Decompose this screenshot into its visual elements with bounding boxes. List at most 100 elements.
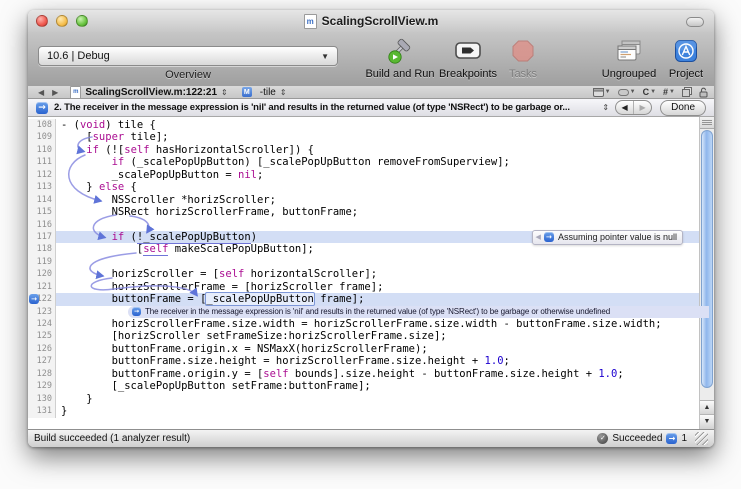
line-number-gutter[interactable]: 126 [28,343,56,355]
code-text[interactable]: NSScroller *horizScroller; [56,194,699,206]
code-text[interactable]: horizScrollerFrame = [horizScroller fram… [56,281,699,293]
message-stepper-icon[interactable]: ⇕ [602,103,609,112]
line-number-gutter[interactable]: 123 [28,306,56,318]
code-text[interactable]: if (_scalePopUpButton) [_scalePopUpButto… [56,156,699,168]
lock-icon[interactable] [699,87,708,98]
toolbar-toggle-button[interactable] [686,17,704,27]
zoom-button[interactable] [76,15,88,27]
window-titlebar[interactable]: m ScalingScrollView.m [28,10,714,33]
code-text[interactable]: if (![self hasHorizontalScroller]) { [56,144,699,156]
line-number-gutter[interactable]: 115 [28,206,56,218]
code-text[interactable]: horizScrollerFrame.size.width = horizScr… [56,318,699,330]
code-text[interactable]: } [56,405,699,417]
code-line[interactable]: 111 if (_scalePopUpButton) [_scalePopUpB… [28,156,699,168]
line-number-gutter[interactable]: 112 [28,169,56,181]
line-number-gutter[interactable]: 121 [28,281,56,293]
code-line[interactable]: 124 horizScrollerFrame.size.width = hori… [28,318,699,330]
line-number-gutter[interactable]: 130 [28,393,56,405]
analyzer-issue-bubble[interactable]: →The receiver in the message expression … [128,306,709,318]
code-line[interactable]: 126 buttonFrame.origin.x = NSMaxX(horizS… [28,343,699,355]
line-number-gutter[interactable]: 127 [28,355,56,367]
line-number-gutter[interactable]: 117 [28,231,56,243]
line-number-gutter[interactable]: 108 [28,119,56,131]
scrollbar-thumb[interactable] [701,130,713,388]
code-line[interactable]: 130 } [28,393,699,405]
line-number-gutter[interactable]: 116 [28,219,56,231]
line-number-gutter[interactable]: 111 [28,156,56,168]
counterpart-window-icon[interactable]: ▼ [593,88,611,97]
line-number-gutter[interactable]: 128 [28,368,56,380]
code-line[interactable]: 112 _scalePopUpButton = nil; [28,169,699,181]
window-resize-grip[interactable] [695,432,708,445]
pragma-marks-button[interactable]: # ▼ [663,87,675,97]
class-methods-button[interactable]: C ▼ [643,87,656,97]
go-forward-button[interactable]: ▶ [48,88,62,97]
build-status-label[interactable]: Succeeded [612,433,662,444]
code-line[interactable]: 118 [self makeScalePopUpButton]; [28,243,699,255]
line-number-gutter[interactable]: 131 [28,405,56,417]
analyzer-count-icon[interactable]: → [666,433,677,444]
code-line[interactable]: ◀→Assuming pointer value is null117 if (… [28,231,699,243]
code-text[interactable]: } [56,393,699,405]
line-number-gutter[interactable]: 120 [28,268,56,280]
file-popup-stepper-icon[interactable]: ⇕ [221,88,228,97]
method-popup-stepper-icon[interactable]: ⇕ [280,88,287,97]
code-line[interactable]: 121 horizScrollerFrame = [horizScroller … [28,281,699,293]
code-text[interactable]: _scalePopUpButton = nil; [56,169,699,181]
source-editor[interactable]: 108- (void) tile {109 [super tile];110 i… [28,117,714,429]
code-text[interactable]: - (void) tile { [56,119,699,131]
minimize-button[interactable] [56,15,68,27]
code-line[interactable]: 128 buttonFrame.origin.y = [self bounds]… [28,368,699,380]
bookmarks-icon[interactable]: ▼ [618,89,636,96]
tasks-button[interactable]: Tasks [478,36,568,80]
code-text[interactable]: [self makeScalePopUpButton]; [56,243,699,255]
scroll-up-button[interactable]: ▲ [700,400,714,415]
close-button[interactable] [36,15,48,27]
line-number-gutter[interactable]: 129 [28,380,56,392]
code-line[interactable]: 114 NSScroller *horizScroller; [28,194,699,206]
code-line[interactable]: 127 buttonFrame.size.height = horizScrol… [28,355,699,367]
code-line[interactable]: 131} [28,405,699,417]
overview-popup[interactable]: 10.6 | Debug ▼ [38,46,338,66]
code-text[interactable]: [horizScroller setFrameSize:horizScrolle… [56,330,699,342]
code-text[interactable]: horizScroller = [self horizontalScroller… [56,268,699,280]
code-line[interactable]: →122 buttonFrame = [_scalePopUpButton fr… [28,293,699,305]
split-editor-handle[interactable] [700,117,714,129]
code-text[interactable]: buttonFrame = [_scalePopUpButton frame]; [56,293,699,305]
included-files-icon[interactable] [682,87,692,97]
code-line[interactable]: 110 if (![self hasHorizontalScroller]) { [28,144,699,156]
code-text[interactable]: buttonFrame.origin.x = NSMaxX(horizScrol… [56,343,699,355]
scroll-down-button[interactable]: ▼ [700,414,714,429]
next-result-button[interactable]: ▶ [634,101,651,114]
code-line[interactable]: 125 [horizScroller setFrameSize:horizScr… [28,330,699,342]
code-text[interactable]: [super tile]; [56,131,699,143]
line-number-gutter[interactable]: 118 [28,243,56,255]
code-line[interactable]: 119 [28,256,699,268]
analyzer-line-badge-icon[interactable]: → [29,294,39,304]
code-text[interactable]: NSRect horizScrollerFrame, buttonFrame; [56,206,699,218]
line-number-gutter[interactable]: 119 [28,256,56,268]
code-line[interactable]: 108- (void) tile { [28,119,699,131]
code-line[interactable]: 115 NSRect horizScrollerFrame, buttonFra… [28,206,699,218]
project-button[interactable]: Project [641,36,731,80]
done-button[interactable]: Done [660,100,706,116]
line-number-gutter[interactable]: 110 [28,144,56,156]
build-succeeded-icon[interactable]: ✓ [597,433,608,444]
vertical-scrollbar[interactable]: ▲ ▼ [699,117,714,429]
code-text[interactable]: [_scalePopUpButton setFrame:buttonFrame]… [56,380,699,392]
line-number-gutter[interactable]: 109 [28,131,56,143]
code-text[interactable]: buttonFrame.origin.y = [self bounds].siz… [56,368,699,380]
code-line[interactable]: →The receiver in the message expression … [28,306,699,318]
code-text[interactable]: } else { [56,181,699,193]
line-number-gutter[interactable]: 113 [28,181,56,193]
code-line[interactable]: 120 horizScroller = [self horizontalScro… [28,268,699,280]
line-number-gutter[interactable]: 125 [28,330,56,342]
line-number-gutter[interactable]: 124 [28,318,56,330]
line-number-gutter[interactable]: 114 [28,194,56,206]
analyzer-count[interactable]: 1 [681,433,687,444]
analyzer-step-placard[interactable]: ◀→Assuming pointer value is null [532,230,683,245]
go-back-button[interactable]: ◀ [34,88,48,97]
file-location-popup[interactable]: ScalingScrollView.m:122:21 [85,87,217,98]
code-text[interactable]: buttonFrame.size.height = horizScrollerF… [56,355,699,367]
code-text[interactable] [56,256,699,268]
